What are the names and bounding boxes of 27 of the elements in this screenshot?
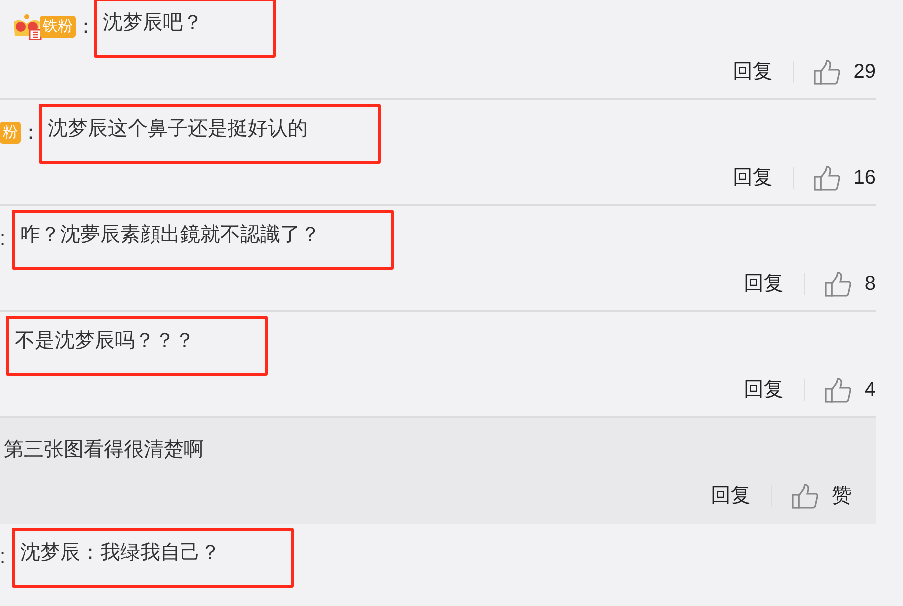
reply-link[interactable]: 回复 [711, 481, 751, 511]
comment-text: 沈梦辰这个鼻子还是挺好认的 [48, 117, 308, 142]
reply-link[interactable]: 回复 [744, 375, 784, 405]
comment-text: 沈梦辰：我绿我自己？ [20, 541, 221, 566]
fan-badge: 粉 [0, 122, 21, 144]
comment-text: 第三张图看得很清楚啊 [4, 438, 204, 463]
thumbs-up-icon [792, 484, 819, 508]
reply-link[interactable]: 回复 [732, 57, 773, 87]
reply-link[interactable]: 回复 [732, 163, 773, 193]
reply-link[interactable]: 回复 [744, 269, 784, 299]
thumbs-up-icon [814, 60, 841, 84]
comment-text: 咋？沈夢辰素顔出鏡就不認識了？ [20, 223, 321, 248]
colon: ： [76, 15, 96, 40]
thumbs-up-icon [824, 378, 852, 402]
thumbs-up-icon [824, 272, 852, 296]
like-button[interactable]: 4 [824, 375, 876, 405]
colon: ： [21, 121, 41, 146]
comment-text: 沈梦辰吧？ [103, 11, 203, 36]
fan-badge: 铁粉 [40, 16, 76, 38]
like-button[interactable]: 赞 [792, 481, 852, 511]
colon: : [0, 227, 6, 252]
thumbs-up-icon [814, 166, 841, 190]
comment-text: 不是沈梦辰吗？？？ [15, 329, 195, 354]
like-button[interactable]: 16 [814, 163, 876, 193]
like-button[interactable]: 29 [814, 57, 876, 87]
colon: : [0, 545, 6, 570]
like-button[interactable]: 8 [824, 269, 876, 299]
